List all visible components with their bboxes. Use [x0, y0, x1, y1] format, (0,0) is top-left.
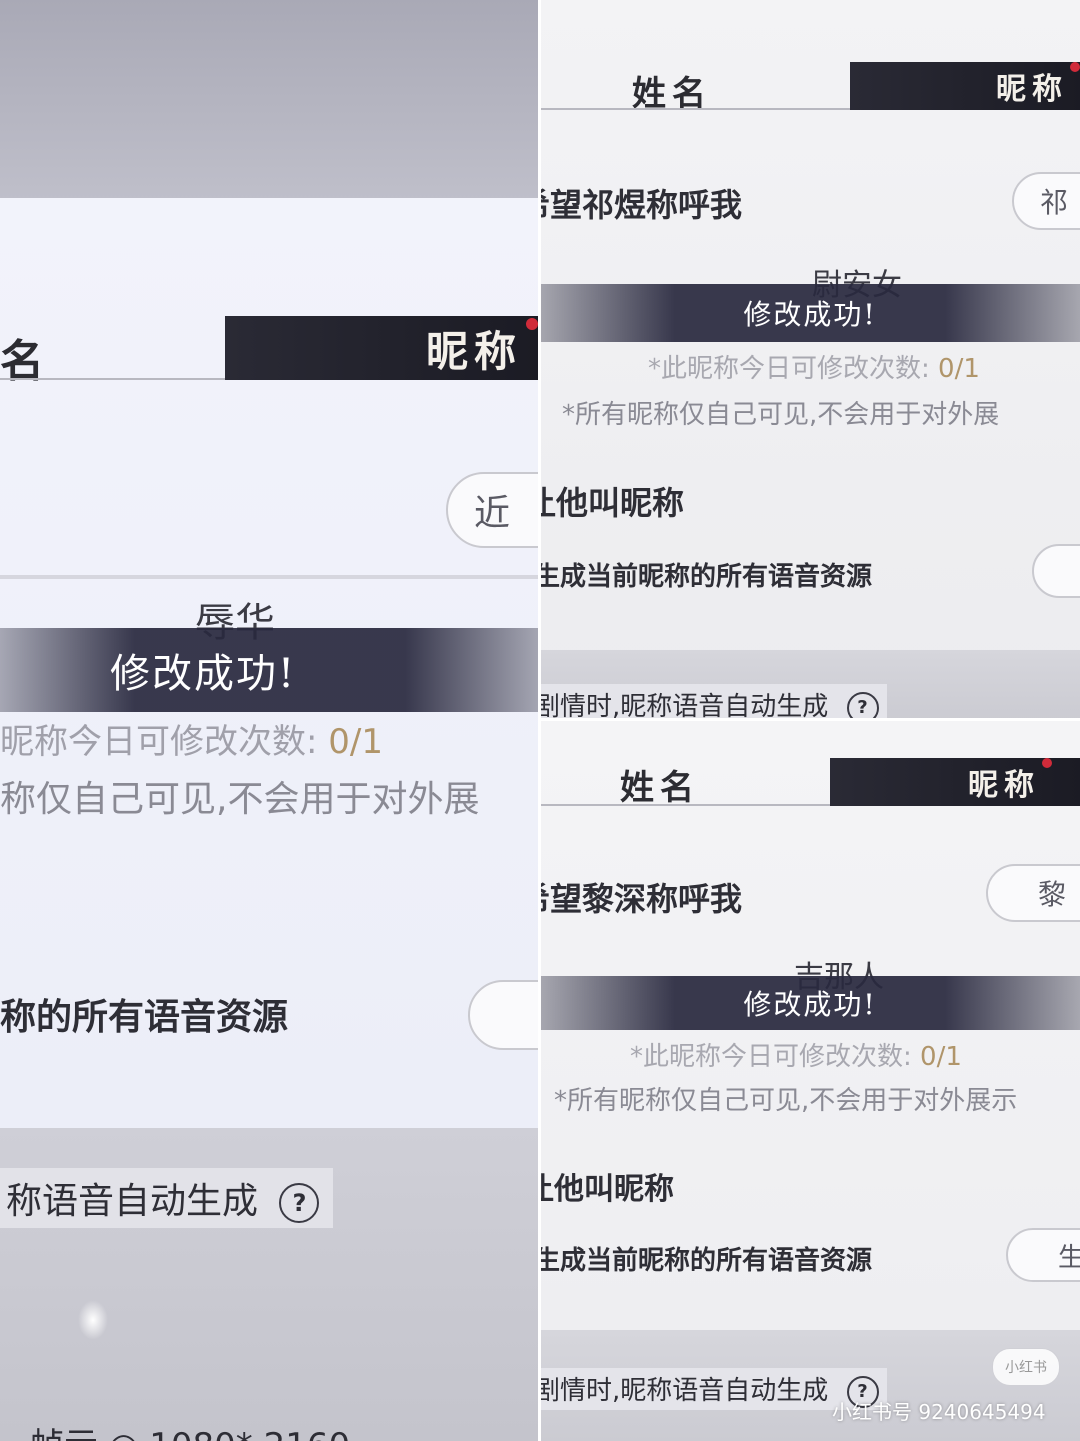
modify-count: 0/1	[328, 722, 383, 762]
watermark-logo-text: 小红书	[1005, 1360, 1047, 1376]
blurred-background	[0, 0, 540, 200]
generate-button[interactable]: 生	[1006, 1228, 1080, 1282]
red-dot-badge	[526, 318, 538, 330]
panel-divider-horizontal	[540, 718, 1080, 721]
nickname-pill[interactable]: 黎	[986, 864, 1080, 922]
left-screenshot: 名 昵称 近 辱华 修改成功! 昵称今日可修改次数: 0/1 称仅自己可见,不会…	[0, 0, 540, 1441]
generate-button[interactable]	[468, 980, 540, 1050]
modify-count-note: *此昵称今日可修改次数: 0/1	[630, 1036, 962, 1073]
toast-text: 修改成功!	[743, 298, 877, 331]
pill-label: 近	[474, 493, 511, 534]
auto-generate-text: 剧情时,昵称语音自动生成	[540, 692, 829, 720]
visibility-note: 称仅自己可见,不会用于对外展	[0, 779, 480, 820]
red-dot-badge	[1070, 62, 1080, 72]
success-toast: 修改成功!	[0, 628, 540, 712]
modify-count-note: 昵称今日可修改次数: 0/1	[0, 714, 383, 763]
tab-underline	[540, 108, 850, 110]
tab-nickname[interactable]: 昵称	[850, 62, 1080, 110]
call-me-label: 希望黎深称呼我	[540, 880, 743, 918]
visibility-note: *所有昵称仅自己可见,不会用于对外展示	[554, 1086, 1018, 1116]
auto-generate-text: 称语音自动生成	[6, 1181, 259, 1222]
success-toast: 修改成功!	[540, 284, 1080, 342]
voice-resources-label: 称的所有语音资源	[0, 997, 289, 1038]
auto-generate-text: 剧情时,昵称语音自动生成	[540, 1376, 829, 1406]
watermark-logo: 小红书	[992, 1348, 1060, 1386]
help-icon[interactable]: ?	[846, 691, 879, 720]
tab-nickname-label: 昵称	[996, 72, 1068, 107]
auto-generate-line: 剧情时,昵称语音自动生成 ?	[540, 684, 887, 720]
top-right-screenshot: 姓名 昵称 希望祁煜称呼我 祁 尉安女 修改成功! *此昵称今日可修改次数: 0…	[540, 0, 1080, 720]
generate-button-label: 生	[1058, 1242, 1080, 1273]
success-toast: 修改成功!	[540, 976, 1080, 1030]
red-dot-badge	[1042, 758, 1052, 768]
modify-count-note: *此昵称今日可修改次数: 0/1	[648, 348, 980, 385]
tab-underline	[540, 804, 830, 806]
glare-spot	[78, 1300, 108, 1340]
visibility-note: *所有昵称仅自己可见,不会用于对外展	[562, 400, 1000, 430]
tab-name[interactable]: 姓名	[620, 760, 700, 809]
call-him-label: 让他叫昵称	[540, 484, 685, 522]
help-icon[interactable]: ?	[279, 1183, 320, 1223]
bottom-partial-text: 帧示 ◎ 1080* 2160	[30, 1418, 350, 1441]
voice-resources-label: 生成当前昵称的所有语音资源	[540, 562, 873, 592]
divider	[0, 575, 540, 579]
modify-count: 0/1	[920, 1042, 962, 1072]
auto-generate-line: 称语音自动生成 ?	[0, 1168, 334, 1228]
note-text: 昵称今日可修改次数:	[0, 722, 318, 762]
nickname-pill[interactable]: 祁	[1012, 172, 1080, 230]
tab-nickname[interactable]: 昵称	[225, 316, 540, 380]
nickname-pill[interactable]: 近	[446, 472, 540, 548]
tab-nickname-label: 昵称	[968, 768, 1040, 803]
note-text: *此昵称今日可修改次数:	[648, 354, 930, 384]
bottom-right-screenshot: 姓名 昵称 希望黎深称呼我 黎 吉那人 修改成功! *此昵称今日可修改次数: 0…	[540, 720, 1080, 1441]
modify-count: 0/1	[938, 354, 980, 384]
toast-text: 修改成功!	[743, 988, 877, 1021]
tab-underline	[0, 378, 230, 380]
voice-resources-label: 生成当前昵称的所有语音资源	[540, 1246, 873, 1276]
pill-label: 祁	[1040, 186, 1069, 219]
tab-nickname-label: 昵称	[425, 326, 522, 376]
call-me-label: 希望祁煜称呼我	[540, 186, 743, 224]
generate-button[interactable]	[1032, 544, 1080, 598]
toast-text: 修改成功!	[110, 651, 297, 697]
note-text: *此昵称今日可修改次数:	[630, 1042, 912, 1072]
pill-label: 黎	[1038, 878, 1067, 911]
call-him-label: 让他叫昵称	[540, 1172, 674, 1207]
tab-nickname[interactable]: 昵称	[830, 758, 1080, 806]
watermark-id: 小红书号 9240645494	[832, 1400, 1046, 1424]
